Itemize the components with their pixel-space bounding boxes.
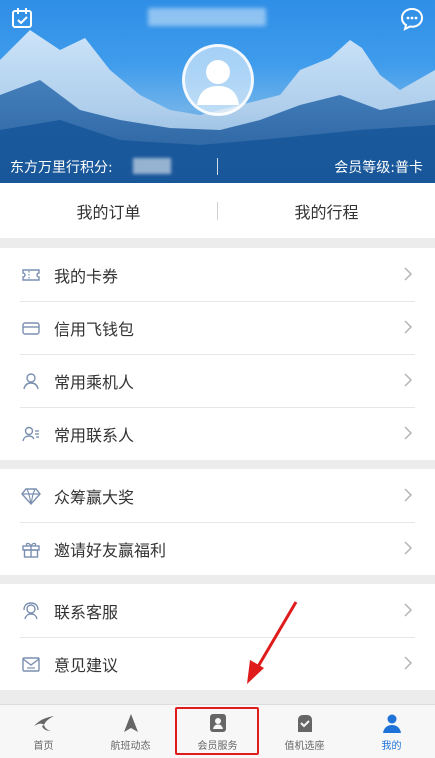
menu-item-label: 邀请好友赢福利 bbox=[54, 540, 167, 560]
orders-row: 我的订单 我的行程 bbox=[0, 183, 435, 238]
avatar-placeholder-icon bbox=[197, 60, 239, 105]
menu-item-passengers[interactable]: 常用乘机人 bbox=[0, 354, 435, 407]
tab-check-in[interactable]: 值机选座 bbox=[261, 705, 348, 758]
support-menu: 联系客服 意见建议 bbox=[0, 584, 435, 690]
divider bbox=[217, 158, 218, 175]
swallow-icon bbox=[33, 715, 54, 731]
chevron-right-icon bbox=[404, 373, 413, 387]
menu-item-label: 意见建议 bbox=[54, 655, 119, 675]
chevron-right-icon bbox=[404, 541, 413, 555]
my-orders-button[interactable]: 我的订单 bbox=[0, 199, 217, 223]
menu-item-label: 我的卡券 bbox=[54, 266, 119, 286]
menu-item-feedback[interactable]: 意见建议 bbox=[0, 637, 435, 690]
my-trips-button[interactable]: 我的行程 bbox=[218, 199, 435, 223]
menu-item-wallet[interactable]: 信用飞钱包 bbox=[0, 301, 435, 354]
profile-banner: 东方万里行积分: 会员等级:普卡 bbox=[0, 0, 435, 183]
chevron-right-icon bbox=[404, 267, 413, 281]
wallet-icon bbox=[20, 317, 42, 339]
tab-flight-status[interactable]: 航班动态 bbox=[87, 705, 174, 758]
avatar[interactable] bbox=[182, 44, 254, 116]
seat-icon bbox=[297, 714, 312, 732]
user-icon bbox=[382, 714, 401, 733]
menu-item-label: 联系客服 bbox=[54, 602, 119, 622]
diamond-icon bbox=[20, 485, 42, 507]
menu-item-customer-service[interactable]: 联系客服 bbox=[0, 584, 435, 637]
menu-item-label: 常用联系人 bbox=[54, 425, 135, 445]
menu-item-contacts[interactable]: 常用联系人 bbox=[0, 407, 435, 460]
member-level: 会员等级:普卡 bbox=[334, 160, 423, 176]
chevron-right-icon bbox=[404, 656, 413, 670]
tab-home[interactable]: 首页 bbox=[0, 705, 87, 758]
tab-label: 航班动态 bbox=[110, 740, 151, 752]
tab-label: 我的 bbox=[381, 740, 402, 752]
message-icon[interactable] bbox=[399, 6, 425, 32]
menu-item-invite-friends[interactable]: 邀请好友赢福利 bbox=[0, 522, 435, 575]
ticket-icon bbox=[20, 264, 42, 286]
tab-label: 值机选座 bbox=[284, 740, 325, 752]
chevron-right-icon bbox=[404, 426, 413, 440]
menu-item-coupons[interactable]: 我的卡券 bbox=[0, 248, 435, 301]
contact-icon bbox=[20, 423, 42, 445]
chevron-right-icon bbox=[404, 320, 413, 334]
tab-mine[interactable]: 我的 bbox=[348, 705, 435, 758]
username-masked bbox=[148, 8, 266, 26]
member-info-bar: 东方万里行积分: 会员等级:普卡 bbox=[0, 150, 435, 183]
points-label: 东方万里行积分: bbox=[10, 160, 113, 176]
promotion-menu: 众筹赢大奖 邀请好友赢福利 bbox=[0, 469, 435, 575]
plane-icon bbox=[123, 713, 138, 732]
menu-item-label: 常用乘机人 bbox=[54, 372, 135, 392]
chevron-right-icon bbox=[404, 603, 413, 617]
menu-item-label: 众筹赢大奖 bbox=[54, 487, 135, 507]
menu-item-label: 信用飞钱包 bbox=[54, 319, 135, 339]
gift-icon bbox=[20, 538, 42, 560]
account-menu: 我的卡券 信用飞钱包 常用乘机人 常用联系人 bbox=[0, 248, 435, 460]
points-value-masked bbox=[133, 158, 171, 174]
menu-item-crowdfunding[interactable]: 众筹赢大奖 bbox=[0, 469, 435, 522]
tab-label: 首页 bbox=[33, 740, 54, 752]
calendar-icon[interactable] bbox=[10, 6, 36, 32]
mail-icon bbox=[20, 653, 42, 675]
headset-icon bbox=[20, 600, 42, 622]
passenger-icon bbox=[20, 370, 42, 392]
chevron-right-icon bbox=[404, 488, 413, 502]
highlight-box bbox=[175, 707, 259, 755]
